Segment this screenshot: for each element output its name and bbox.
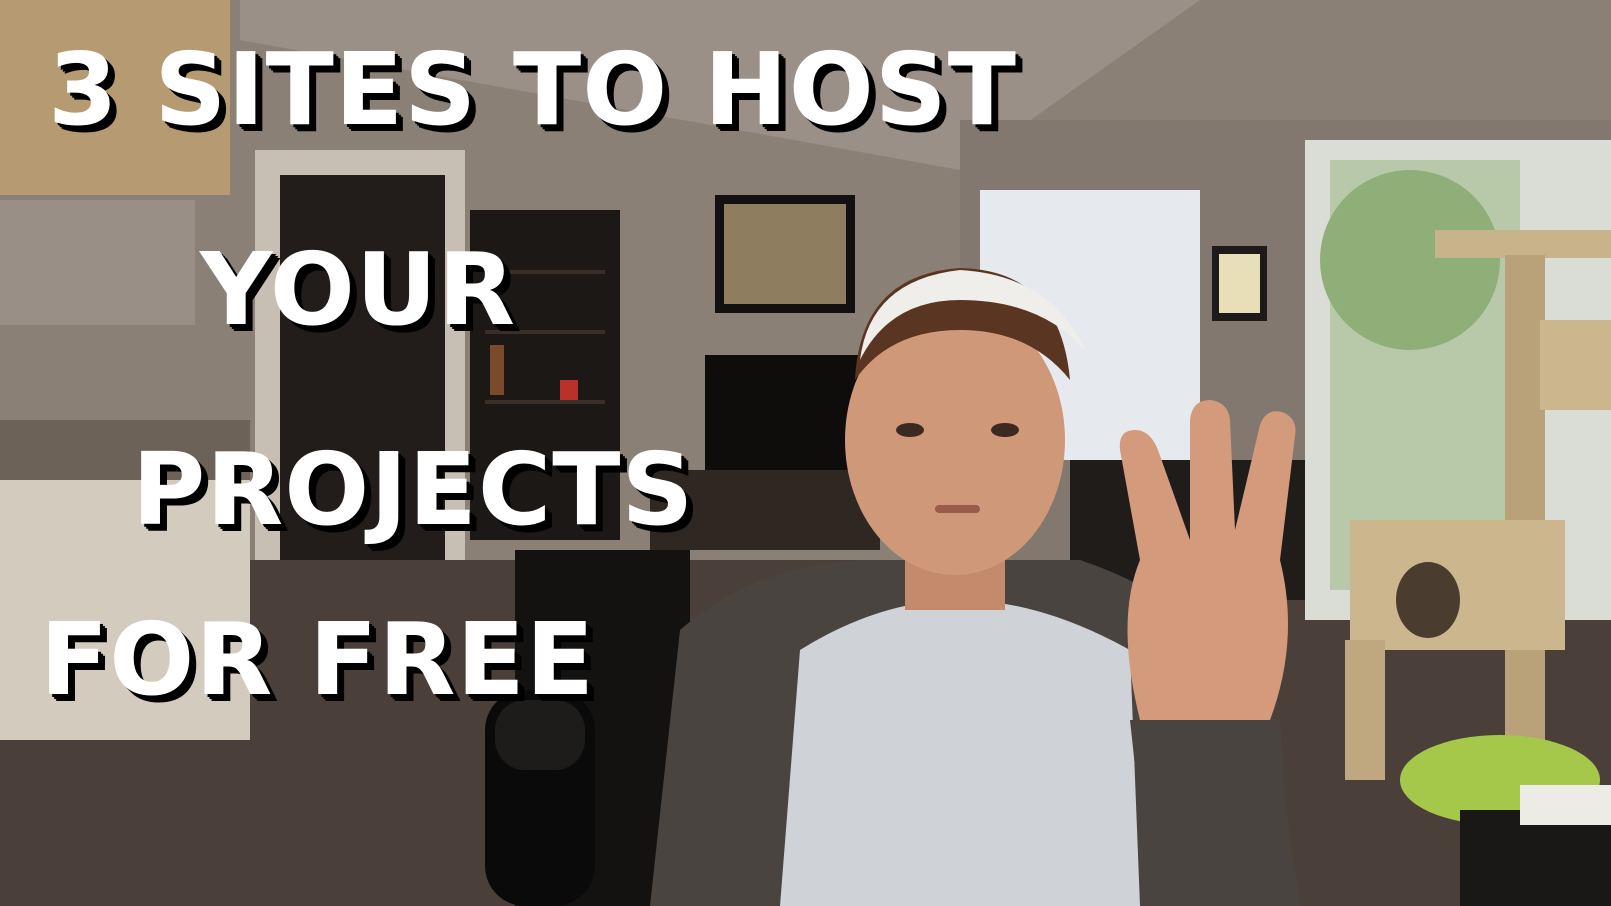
microphone — [485, 690, 595, 906]
title-line-3: PROJECTS — [132, 431, 695, 548]
video-thumbnail: 3 SITES TO HOST YOUR PROJECTS FOR FREE — [0, 0, 1611, 906]
television — [705, 355, 870, 475]
title-line-4: FOR FREE — [40, 601, 596, 718]
title-line-2: YOUR — [200, 231, 517, 348]
title-line-1: 3 SITES TO HOST — [48, 31, 1017, 148]
